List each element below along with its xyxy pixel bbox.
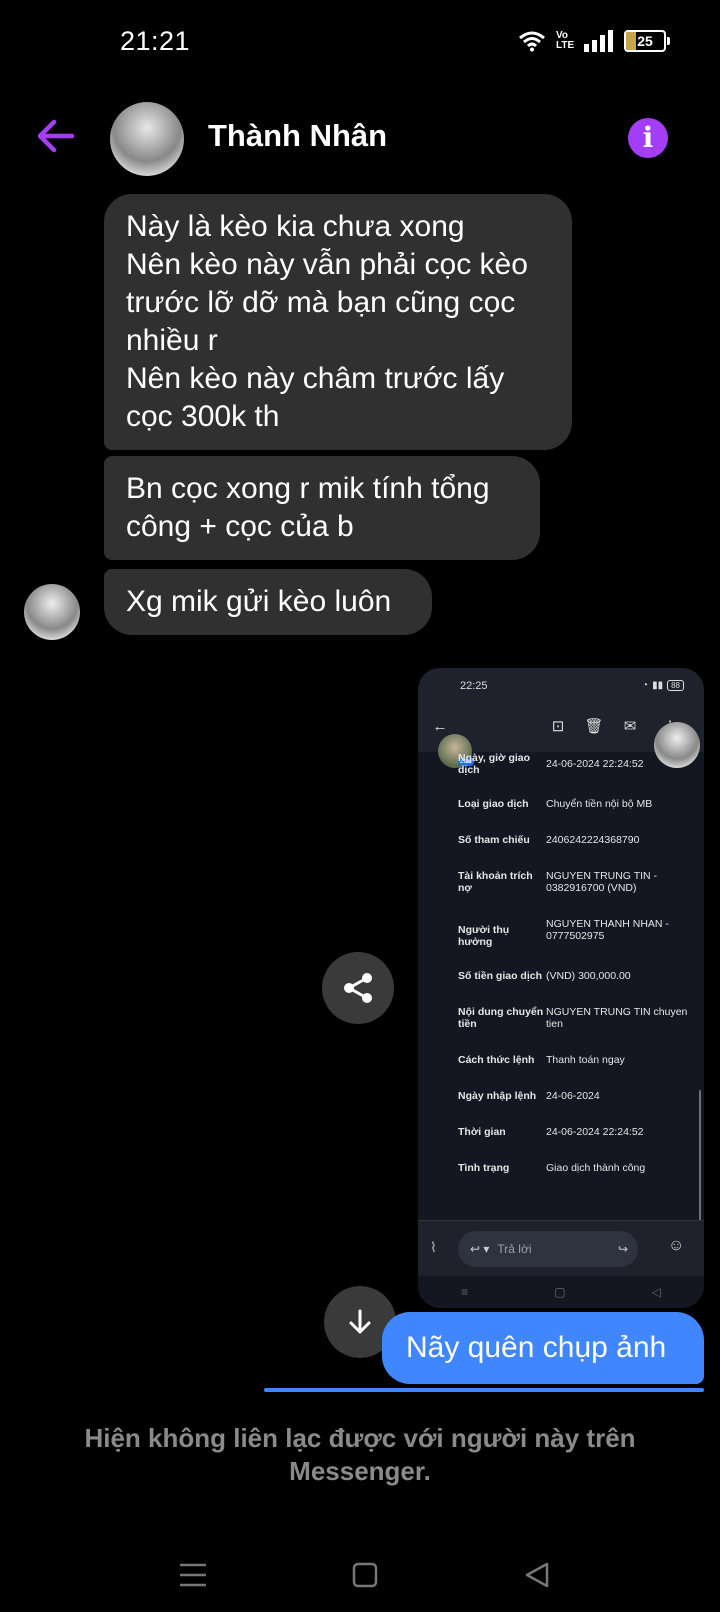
wifi-icon xyxy=(519,31,545,52)
shot-reply-bar: ⌇ ↩ ▾ Trả lời ↪ ☺ xyxy=(418,1220,704,1277)
share-button[interactable] xyxy=(322,952,394,1024)
incoming-message[interactable]: Xg mik gửi kèo luôn xyxy=(104,569,432,635)
shot-mail-icon: ✉ xyxy=(623,718,637,735)
shot-status: ◔ ▮▮ 88 xyxy=(642,680,684,691)
shot-nav-bar: ≡ ▢ ◁ xyxy=(418,1276,704,1308)
incoming-message[interactable]: Này là kèo kia chưa xong Nên kèo này vẫn… xyxy=(104,194,572,450)
battery-icon: 25 xyxy=(624,30,666,52)
transaction-details: Ngày, giờ giao dịch 24-06-2024 22:24:52 L… xyxy=(418,752,704,1230)
shot-emoji-icon: ☺ xyxy=(668,1237,685,1254)
back-arrow-icon[interactable] xyxy=(32,112,80,160)
status-icons: Vo LTE 25 xyxy=(518,30,670,52)
shot-attach-icon: ⌇ xyxy=(430,1239,437,1255)
status-time: 21:21 xyxy=(120,26,191,56)
volte-label: Vo LTE xyxy=(556,30,575,51)
shared-screenshot-image[interactable]: 22:25 ◔▮▮88 ← ⊡ 🗑 ✉ ⋮ Zalo Ngày, giờ gia… xyxy=(418,668,704,1308)
back-nav-icon[interactable] xyxy=(512,1550,562,1600)
arrow-down-icon xyxy=(349,1309,371,1334)
outgoing-message-edge xyxy=(264,1388,704,1392)
share-icon xyxy=(344,973,372,1003)
unavailable-notice: Hiện không liên lạc được với người này t… xyxy=(84,1423,636,1486)
outgoing-message[interactable]: Nãy quên chụp ảnh xyxy=(382,1312,704,1384)
sender-avatar xyxy=(24,584,80,640)
shot-delete-icon: 🗑 xyxy=(584,718,604,735)
menu-nav-icon[interactable] xyxy=(168,1550,218,1600)
shot-time: 22:25 xyxy=(460,680,488,692)
shot-archive-icon: ⊡ xyxy=(551,718,565,735)
info-icon[interactable]: i xyxy=(628,118,668,158)
incoming-message[interactable]: Bn cọc xong r mik tính tổng công + cọc c… xyxy=(104,456,540,560)
contact-avatar[interactable] xyxy=(110,102,184,176)
contact-name[interactable]: Thành Nhân xyxy=(208,118,387,154)
signal-icon xyxy=(584,30,613,52)
home-nav-icon[interactable] xyxy=(340,1550,390,1600)
